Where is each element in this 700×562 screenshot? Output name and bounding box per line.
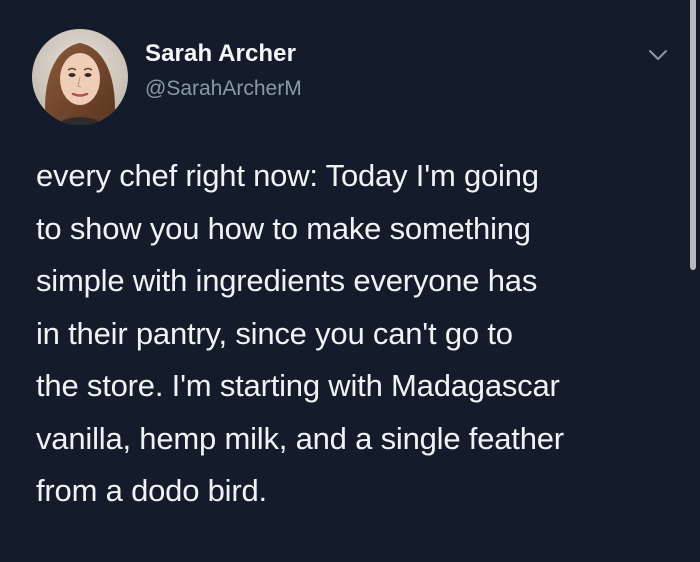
- tweet-text-line: in their pantry, since you can't go to: [36, 315, 513, 351]
- tweet-text-line: simple with ingredients everyone has: [36, 263, 538, 298]
- tweet-card: Sarah Archer @SarahArcherM every chef ri…: [0, 0, 700, 562]
- chevron-down-icon[interactable]: [645, 42, 671, 68]
- author-display-name[interactable]: Sarah Archer: [145, 40, 296, 68]
- tweet-text-line: from a dodo bird.: [36, 473, 267, 508]
- avatar[interactable]: [32, 29, 128, 125]
- tweet-text-line: vanilla, hemp milk, and a single feather: [36, 420, 564, 456]
- avatar-image: [32, 29, 128, 125]
- scrollbar[interactable]: [690, 0, 696, 270]
- tweet-text: every chef right now: Today I'm going to…: [36, 150, 676, 518]
- tweet-text-line: the store. I'm starting with Madagascar: [36, 368, 560, 403]
- tweet-text-line: every chef right now: Today I'm going: [36, 158, 539, 193]
- tweet-text-line: to show you how to make something: [36, 210, 531, 246]
- author-handle[interactable]: @SarahArcherM: [145, 77, 302, 101]
